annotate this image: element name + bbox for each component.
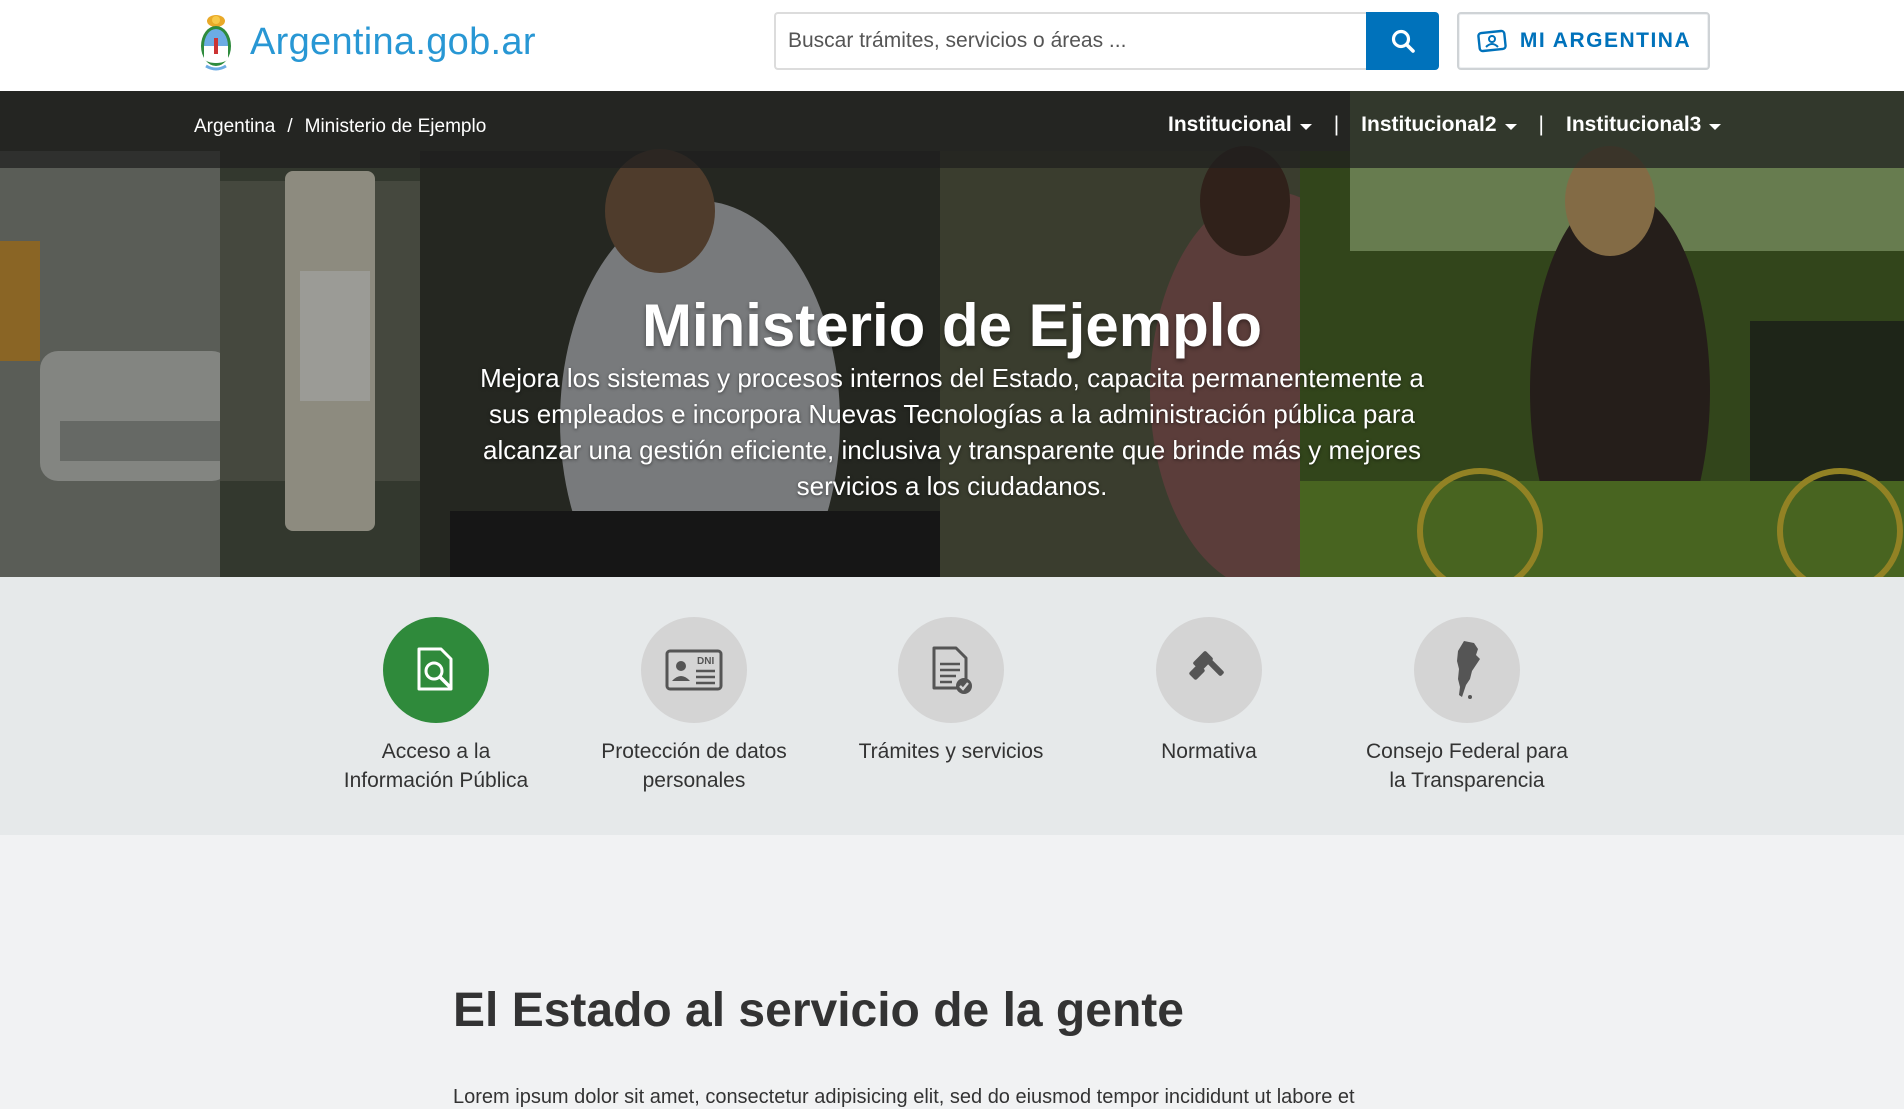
quick-access-circle — [1156, 617, 1262, 723]
breadcrumb-home-link[interactable]: Argentina — [194, 116, 275, 138]
document-check-icon — [932, 646, 972, 694]
nav-item-label: Institucional3 — [1565, 113, 1702, 136]
nav-separator: | — [1333, 113, 1340, 136]
nav-separator: | — [1538, 113, 1544, 136]
quick-access-circle — [1414, 617, 1520, 723]
dni-card-icon: DNI — [665, 649, 723, 691]
svg-text:DNI: DNI — [697, 656, 714, 667]
quick-access-consejo-federal[interactable]: Consejo Federal para la Transparencia — [1357, 617, 1577, 795]
id-card-icon — [1477, 29, 1507, 53]
nav-item-institucional3[interactable]: Institucional3 — [1565, 113, 1722, 137]
argentina-map-icon — [1457, 641, 1480, 699]
section-title: El Estado al servicio de la gente — [453, 984, 1184, 1037]
gavel-icon — [1189, 651, 1224, 680]
hero-banner: Argentina / Ministerio de Ejemplo Instit… — [0, 91, 1904, 577]
logo-text: Argentina.gob.ar — [250, 20, 536, 63]
quick-access-bar: Acceso a la Información Pública DNI Prot… — [0, 577, 1904, 835]
quick-access-label: Normativa — [1161, 740, 1257, 763]
breadcrumb: Argentina / Ministerio de Ejemplo — [194, 116, 486, 138]
search-icon — [1391, 29, 1415, 53]
quick-access-normativa[interactable]: Normativa — [1099, 617, 1319, 766]
site-logo[interactable]: Argentina.gob.ar — [196, 12, 536, 72]
chevron-down-icon — [1504, 123, 1517, 130]
quick-access-proteccion-datos[interactable]: DNI Protección de datos personales — [584, 617, 804, 795]
search-bar — [774, 12, 1439, 70]
mi-argentina-button[interactable]: MI ARGENTINA — [1457, 12, 1710, 70]
nav-item-institucional2[interactable]: Institucional2 — [1361, 113, 1517, 137]
quick-access-label: Trámites y servicios — [858, 740, 1044, 763]
mi-argentina-label: MI ARGENTINA — [1519, 29, 1692, 52]
coat-of-arms-icon — [201, 15, 231, 71]
hero-description: Mejora los sistemas y procesos internos … — [480, 363, 1424, 501]
section-intro-text: Lorem ipsum dolor sit amet, consectetur … — [453, 1086, 1355, 1108]
nav-item-label: Institucional — [1168, 113, 1292, 136]
quick-access-circle — [898, 617, 1004, 723]
document-search-icon — [417, 647, 453, 691]
chevron-down-icon — [1709, 123, 1722, 130]
nav-item-label: Institucional2 — [1361, 113, 1497, 136]
breadcrumb-separator: / — [287, 116, 293, 137]
sub-navigation: Argentina / Ministerio de Ejemplo Instit… — [0, 91, 1904, 168]
search-input[interactable] — [774, 12, 1366, 70]
quick-access-circle — [383, 617, 489, 723]
page-title: Ministerio de Ejemplo — [641, 292, 1263, 360]
quick-access-label: Acceso a la Información Pública — [343, 740, 529, 792]
quick-access-label: Protección de datos personales — [601, 740, 787, 792]
institutional-menu: Institucional | Institucional2 | Institu… — [1168, 113, 1722, 137]
search-button[interactable] — [1366, 12, 1439, 70]
quick-access-label: Consejo Federal para la Transparencia — [1366, 740, 1568, 792]
chevron-down-icon — [1299, 123, 1312, 130]
top-header: Argentina.gob.ar MI ARGENTINA — [0, 0, 1904, 91]
nav-item-institucional[interactable]: Institucional — [1168, 113, 1312, 137]
quick-access-circle: DNI — [641, 617, 747, 723]
quick-access-informacion-publica[interactable]: Acceso a la Información Pública — [326, 617, 546, 795]
breadcrumb-current: Ministerio de Ejemplo — [304, 116, 487, 137]
quick-access-tramites[interactable]: Trámites y servicios — [841, 617, 1061, 766]
